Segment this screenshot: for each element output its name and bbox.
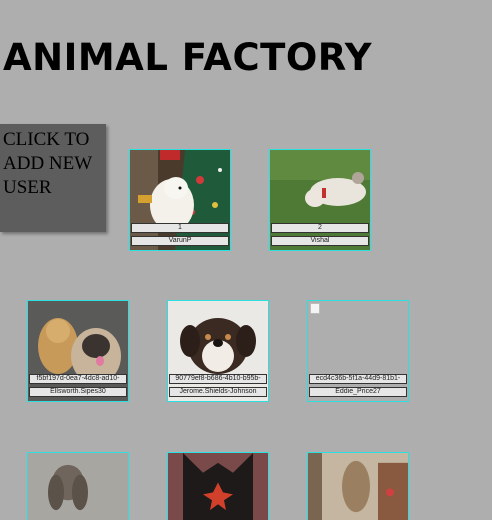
page-title: ANIMAL FACTORY: [3, 36, 373, 79]
user-id-label: ecd4c36b-5f1a-44d9-81b1-: [309, 374, 407, 384]
user-name-label: Ellsworth.Sipes30: [29, 387, 127, 397]
broken-image-icon: [310, 303, 320, 314]
user-card[interactable]: [167, 452, 269, 520]
user-card[interactable]: 90779ef8-b686-4b10-b95b- Jerome.Shields-…: [167, 300, 269, 402]
user-name-label: Jerome.Shields-Johnson: [169, 387, 267, 397]
user-card[interactable]: ecd4c36b-5f1a-44d9-81b1- Eddie_Price27: [307, 300, 409, 402]
user-name-label: VarunP: [131, 236, 229, 246]
user-card[interactable]: f5bf197d-0ea7-4dc8-ad10- Ellsworth.Sipes…: [27, 300, 129, 402]
user-name-label: Eddie_Price27: [309, 387, 407, 397]
user-card[interactable]: 2 Vishal: [269, 149, 371, 251]
user-id-label: 1: [131, 223, 229, 233]
puppy-portrait-photo: [168, 301, 268, 401]
dog-christmas-tree-photo: [130, 150, 230, 250]
user-name-label: Vishal: [271, 236, 369, 246]
add-new-user-button[interactable]: CLICK TO ADD NEW USER: [0, 124, 106, 232]
golden-retriever-and-pug-photo: [28, 301, 128, 401]
user-card[interactable]: 1 VarunP: [129, 149, 231, 251]
user-id-label: 90779ef8-b686-4b10-b95b-: [169, 374, 267, 384]
user-id-label: 2: [271, 223, 369, 233]
cocker-spaniel-photo: [28, 453, 128, 520]
dog-with-leaf-photo: [168, 453, 268, 520]
broken-image-placeholder: [308, 301, 408, 401]
user-card[interactable]: [307, 452, 409, 520]
user-id-label: f5bf197d-0ea7-4dc8-ad10-: [29, 374, 127, 384]
user-card[interactable]: [27, 452, 129, 520]
greyhound-indoors-photo: [308, 453, 408, 520]
dog-on-grass-photo: [270, 150, 370, 250]
